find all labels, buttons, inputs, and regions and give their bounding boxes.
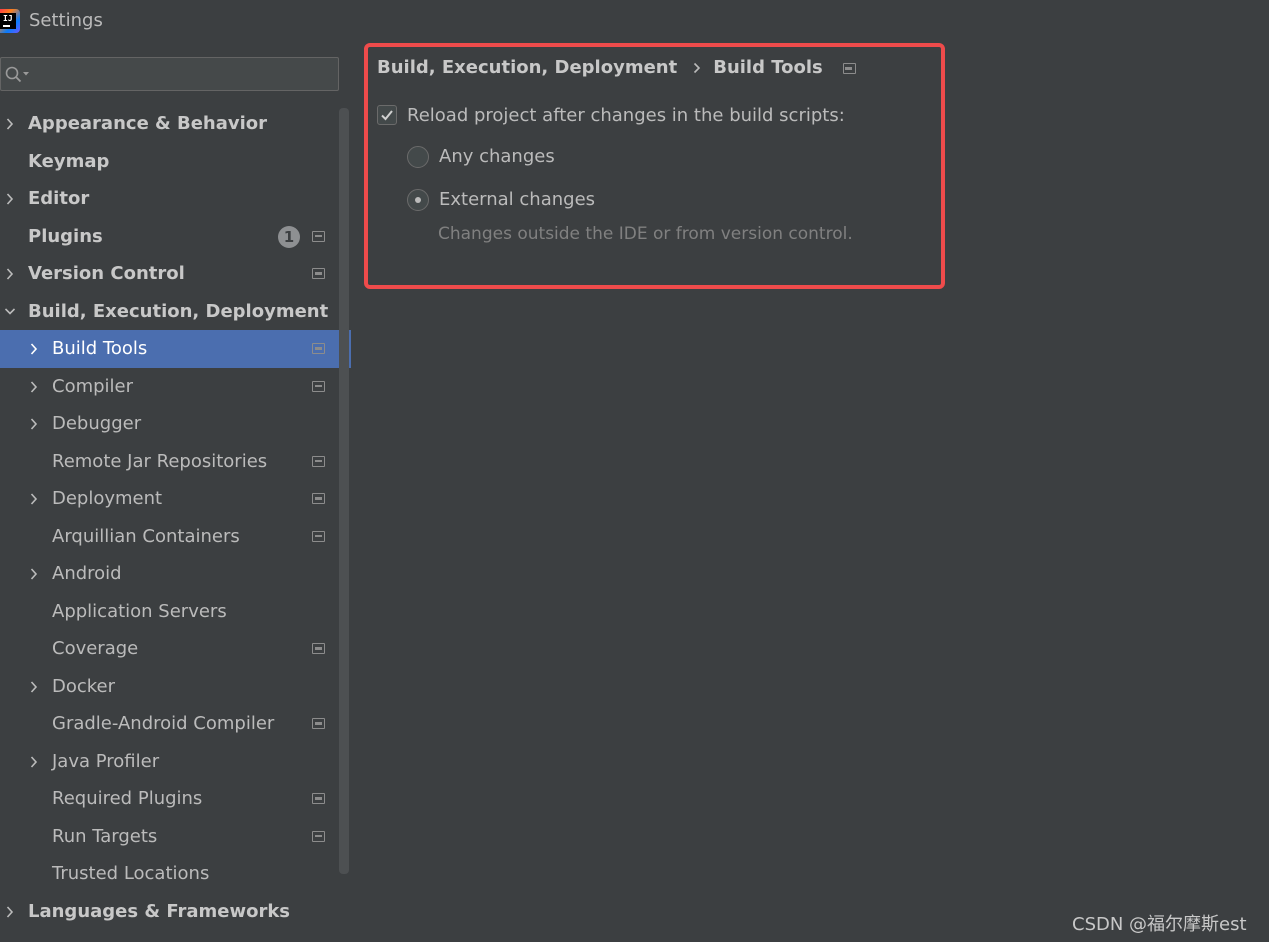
sidebar-item-languages-frameworks[interactable]: Languages & Frameworks — [0, 893, 351, 931]
chevron-right-icon[interactable] — [29, 568, 39, 580]
external-changes-radio[interactable] — [407, 189, 429, 211]
sidebar-item-debugger[interactable]: Debugger — [0, 405, 351, 443]
project-settings-icon — [312, 718, 325, 729]
sidebar-item-label: Application Servers — [52, 600, 227, 622]
breadcrumb-current: Build Tools — [713, 57, 823, 78]
sidebar-item-label: Compiler — [52, 375, 134, 397]
sidebar-item-label: Debugger — [52, 413, 142, 434]
sidebar-item-label: Run Targets — [52, 825, 158, 847]
sidebar-item-label: Gradle-Android Compiler — [52, 713, 275, 734]
chevron-right-icon[interactable] — [29, 380, 39, 393]
project-settings-icon — [312, 530, 325, 542]
project-settings-icon — [312, 268, 325, 279]
sidebar-item-label: Deployment — [52, 488, 163, 509]
project-settings-icon — [312, 455, 325, 467]
sidebar-item-required-plugins[interactable]: Required Plugins — [0, 780, 351, 818]
sidebar-item-docker[interactable]: Docker — [0, 668, 351, 706]
sidebar-item-java-profiler[interactable]: Java Profiler — [0, 743, 351, 781]
chevron-right-icon[interactable] — [5, 193, 15, 205]
project-settings-icon — [312, 343, 325, 354]
sidebar-item-trusted-locations[interactable]: Trusted Locations — [0, 855, 351, 893]
chevron-right-icon[interactable] — [5, 905, 15, 918]
project-settings-icon — [312, 830, 325, 842]
settings-search-box[interactable] — [0, 57, 339, 91]
sidebar-item-label: Build Tools — [52, 338, 148, 359]
sidebar-item-label: Languages & Frameworks — [28, 900, 291, 922]
sidebar-item-label: Editor — [28, 188, 90, 209]
sidebar-item-build-tools[interactable]: Build Tools — [0, 330, 351, 368]
external-changes-label: External changes — [439, 189, 596, 210]
updates-count-badge: 1 — [278, 225, 300, 248]
sidebar-item-label: Plugins — [28, 225, 103, 247]
project-settings-icon — [842, 63, 856, 74]
title-bar: IJ Settings — [0, 0, 1269, 42]
sidebar-item-keymap[interactable]: Keymap — [0, 143, 351, 181]
settings-sidebar: Appearance & Behavior Keymap Editor Plugins… — [0, 42, 351, 942]
project-settings-icon — [312, 793, 325, 804]
sidebar-item-arquillian-containers[interactable]: Arquillian Containers — [0, 518, 351, 556]
sidebar-item-label: Version Control — [28, 263, 185, 284]
sidebar-item-deployment[interactable]: Deployment — [0, 480, 351, 518]
chevron-right-icon — [693, 56, 701, 81]
breadcrumb-parent[interactable]: Build, Execution, Deployment — [377, 56, 677, 80]
chevron-right-icon[interactable] — [29, 755, 39, 768]
sidebar-item-label: Keymap — [28, 150, 110, 172]
sidebar-item-label: Coverage — [52, 638, 139, 659]
sidebar-item-label: Android — [52, 563, 122, 584]
any-changes-label: Any changes — [439, 146, 555, 167]
sidebar-item-coverage[interactable]: Coverage — [0, 630, 351, 668]
checkmark-icon — [381, 110, 393, 121]
sidebar-item-label: Java Profiler — [52, 750, 160, 772]
sidebar-item-compiler[interactable]: Compiler — [0, 368, 351, 406]
sidebar-item-appearance-behavior[interactable]: Appearance & Behavior — [0, 105, 351, 143]
chevron-right-icon[interactable] — [29, 343, 39, 355]
sidebar-item-remote-jar-repositories[interactable]: Remote Jar Repositories — [0, 443, 351, 481]
external-changes-hint: Changes outside the IDE or from version … — [438, 224, 853, 244]
sidebar-item-gradle-android-compiler[interactable]: Gradle-Android Compiler — [0, 705, 351, 743]
sidebar-item-label: Docker — [52, 675, 116, 697]
settings-content-panel: Build, Execution, Deployment Build Tools … — [351, 42, 1269, 942]
sidebar-item-editor[interactable]: Editor — [0, 180, 351, 218]
sidebar-item-build-execution-deployment[interactable]: Build, Execution, Deployment — [0, 293, 351, 331]
sidebar-item-label: Build, Execution, Deployment — [28, 300, 329, 322]
sidebar-item-android[interactable]: Android — [0, 555, 351, 593]
any-changes-radio[interactable] — [407, 146, 429, 168]
project-settings-icon — [312, 493, 325, 504]
intellij-logo-icon: IJ — [0, 9, 20, 33]
settings-tree: Appearance & Behavior Keymap Editor Plugins… — [0, 105, 351, 930]
sidebar-item-plugins[interactable]: Plugins 1 — [0, 218, 351, 256]
settings-search-input[interactable] — [33, 62, 333, 86]
sidebar-item-label: Remote Jar Repositories — [52, 450, 268, 472]
project-settings-icon — [312, 380, 325, 392]
sidebar-item-application-servers[interactable]: Application Servers — [0, 593, 351, 631]
sidebar-item-run-targets[interactable]: Run Targets — [0, 818, 351, 856]
watermark: CSDN @福尔摩斯est — [1072, 914, 1247, 935]
chevron-right-icon[interactable] — [29, 680, 39, 693]
chevron-down-icon[interactable] — [5, 306, 15, 318]
sidebar-item-version-control[interactable]: Version Control — [0, 255, 351, 293]
chevron-right-icon[interactable] — [5, 268, 15, 280]
reload-project-checkbox[interactable] — [377, 105, 397, 125]
search-icon — [5, 66, 29, 83]
project-settings-icon — [312, 230, 325, 242]
chevron-right-icon[interactable] — [5, 118, 15, 130]
window-title: Settings — [29, 10, 103, 31]
reload-project-label: Reload project after changes in the buil… — [407, 105, 845, 126]
sidebar-scrollbar[interactable] — [339, 108, 349, 874]
sidebar-item-label: Required Plugins — [52, 788, 203, 809]
sidebar-item-label: Trusted Locations — [52, 863, 210, 884]
breadcrumb: Build, Execution, Deployment Build Tools — [377, 56, 856, 81]
sidebar-item-label: Appearance & Behavior — [28, 113, 268, 134]
chevron-right-icon[interactable] — [29, 493, 39, 505]
chevron-right-icon[interactable] — [29, 418, 39, 430]
project-settings-icon — [312, 643, 325, 654]
sidebar-item-label: Arquillian Containers — [52, 525, 240, 547]
